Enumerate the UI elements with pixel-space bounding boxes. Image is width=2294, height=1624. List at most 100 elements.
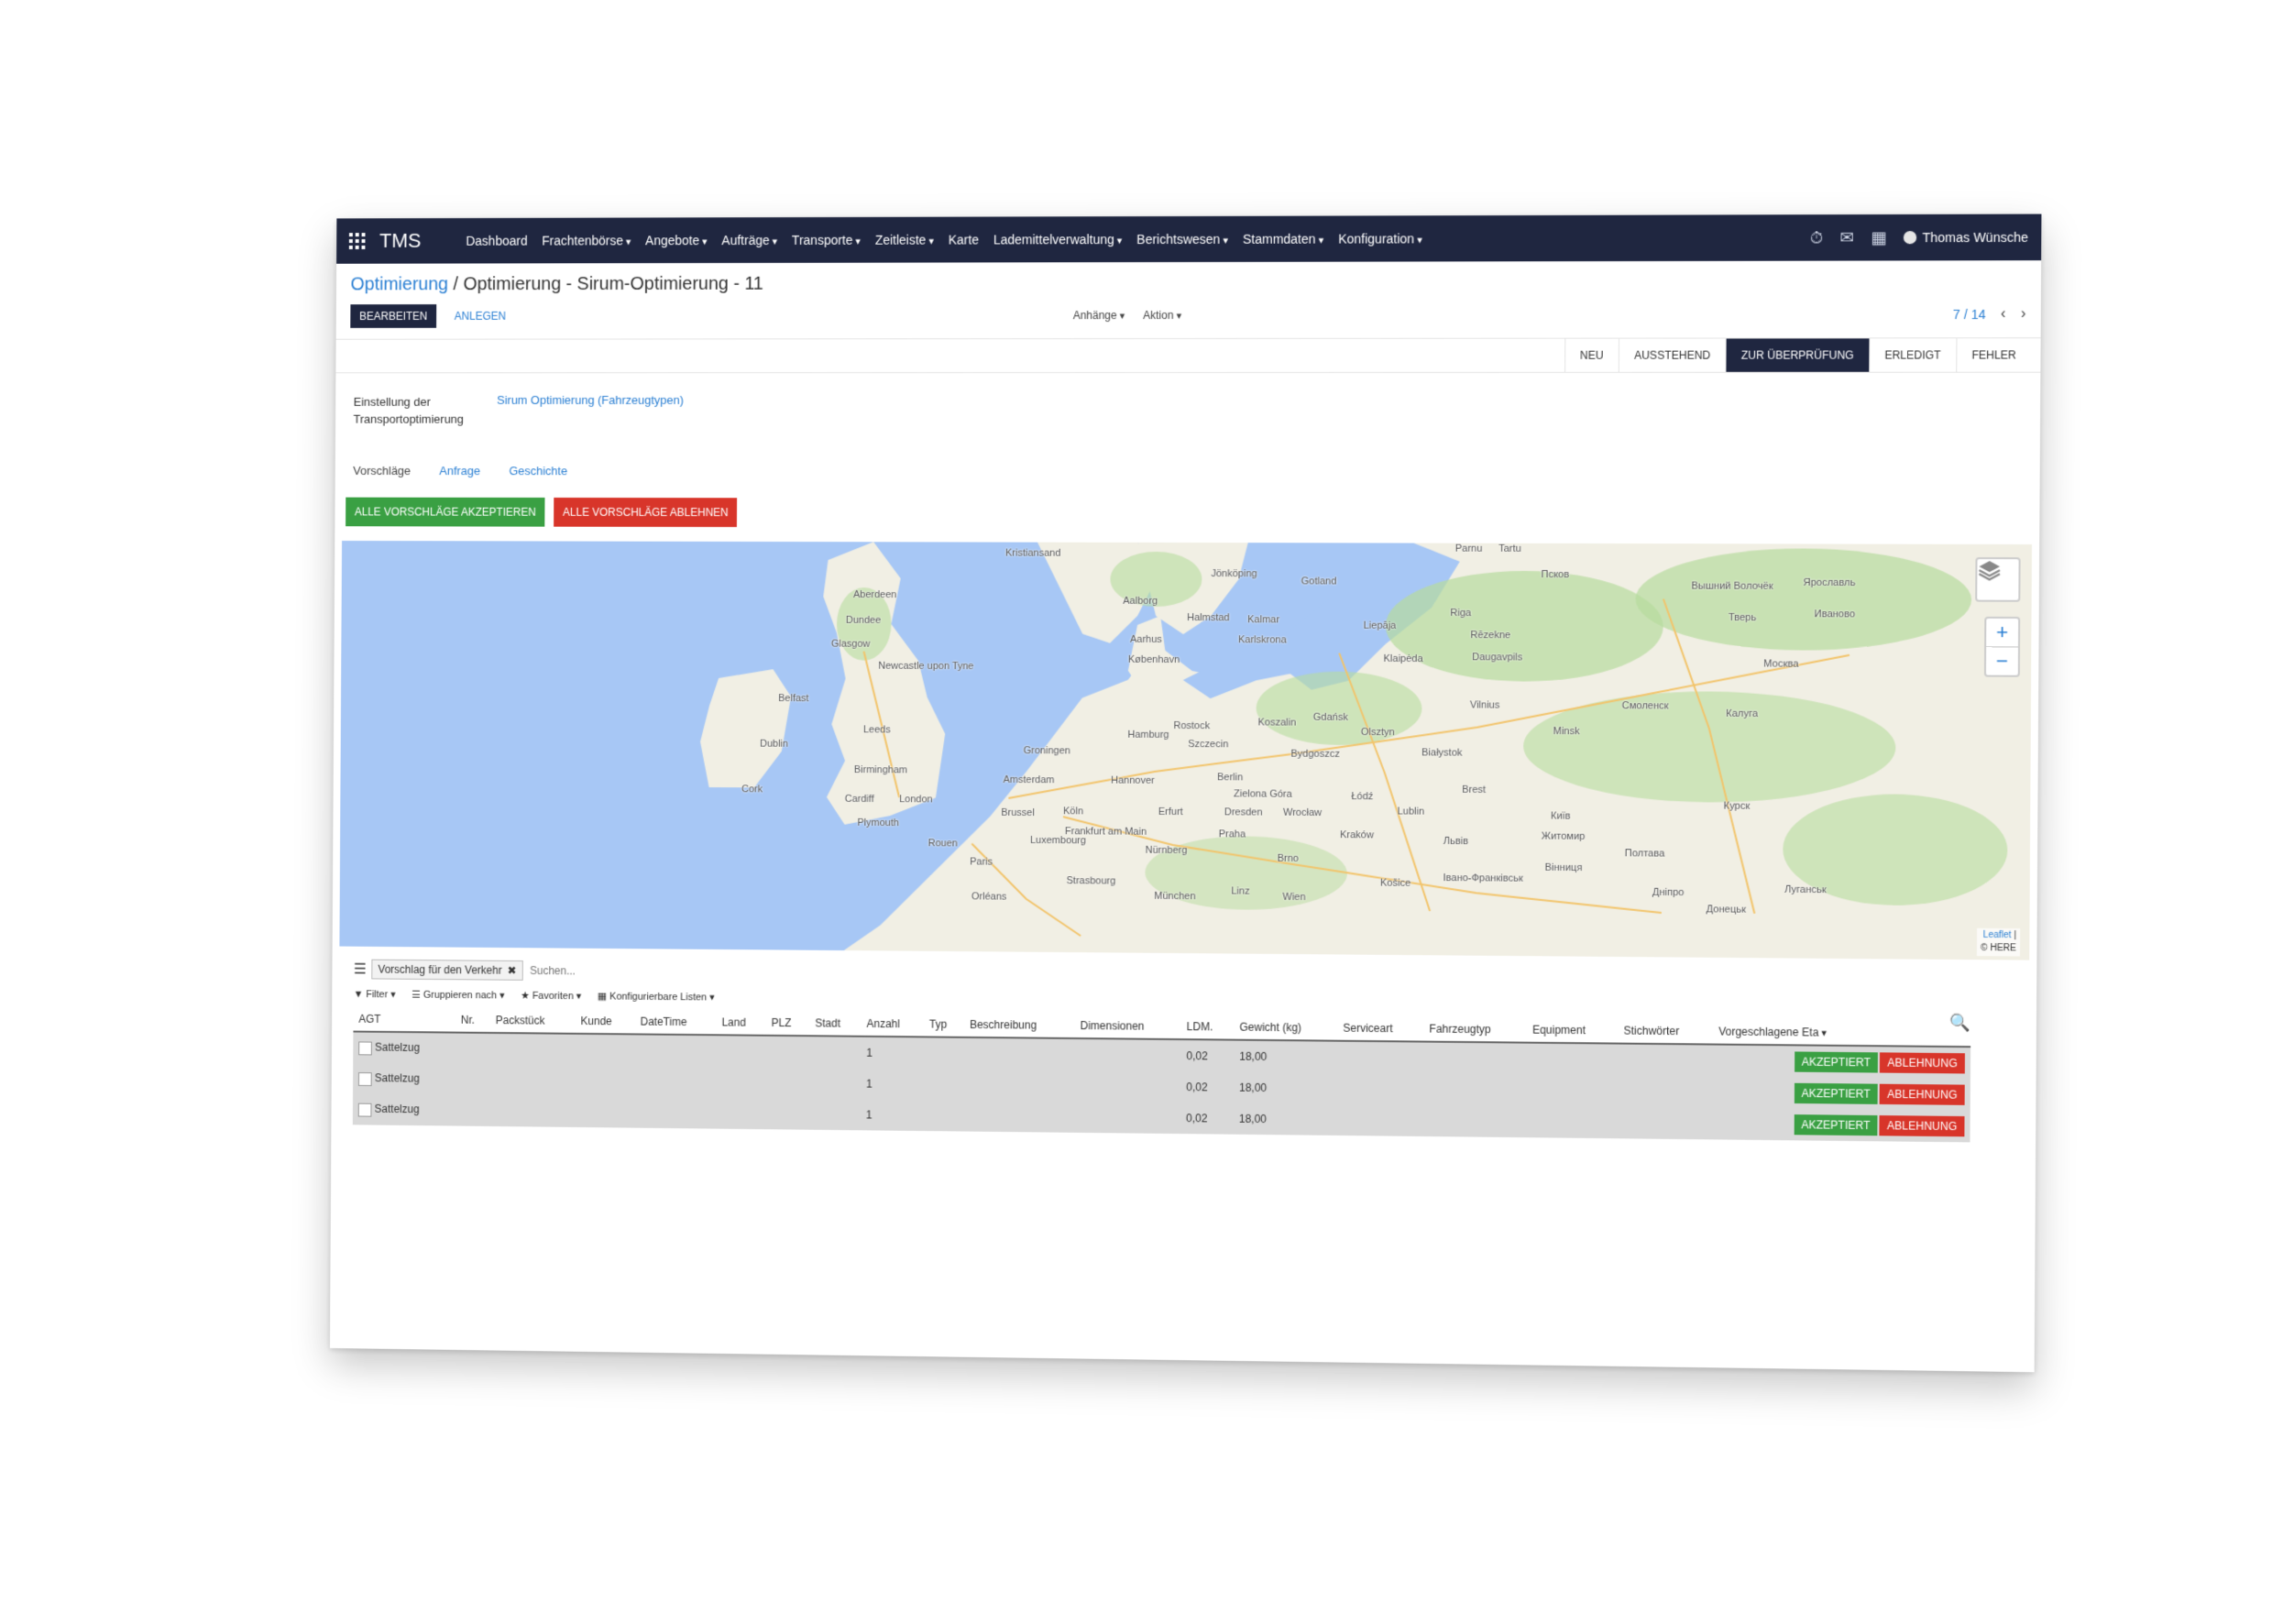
menu-lademittelverwaltung[interactable]: Lademittelverwaltung bbox=[993, 232, 1122, 247]
cell-ldm: 0,02 bbox=[1180, 1071, 1235, 1103]
map-city-label: Köln bbox=[1063, 806, 1084, 817]
map-city-label: Rēzekne bbox=[1470, 630, 1511, 642]
stage-erledigt[interactable]: ERLEDIGT bbox=[1868, 338, 1957, 372]
star-icon: ★ bbox=[521, 990, 530, 1002]
filter-dropdown[interactable]: ▼ Filter bbox=[354, 988, 396, 1000]
accept-all-button[interactable]: ALLE VORSCHLÄGE AKZEPTIEREN bbox=[346, 497, 545, 527]
group-by-dropdown[interactable]: ☰ Gruppieren nach bbox=[412, 989, 504, 1002]
stage-neu[interactable]: NEU bbox=[1564, 338, 1619, 372]
column-header[interactable]: Anzahl bbox=[861, 1011, 925, 1037]
column-header[interactable]: Serviceart bbox=[1337, 1015, 1424, 1042]
tab-geschichte[interactable]: Geschichte bbox=[509, 464, 567, 477]
menu-frachtenboerse[interactable]: Frachtenbörse bbox=[542, 233, 631, 247]
optimization-setting-value[interactable]: Sirum Optimierung (Fahrzeugtypen) bbox=[497, 393, 684, 428]
configurable-lists-dropdown[interactable]: ▦ Konfigurierbare Listen bbox=[598, 990, 715, 1003]
apps-grid-icon[interactable] bbox=[348, 233, 366, 249]
map-city-label: Brussel bbox=[1001, 807, 1035, 819]
pager-next-icon[interactable]: › bbox=[2021, 306, 2026, 323]
cell-anzahl: 1 bbox=[860, 1099, 924, 1132]
search-input[interactable] bbox=[528, 963, 672, 980]
menu-transporte[interactable]: Transporte bbox=[792, 233, 861, 247]
menu-zeitleiste[interactable]: Zeitleiste bbox=[875, 233, 934, 247]
column-header[interactable]: Packstück bbox=[489, 1008, 576, 1034]
reject-button[interactable]: ABLEHNUNG bbox=[1879, 1083, 1965, 1105]
table-icon: ▦ bbox=[597, 991, 608, 1003]
menu-dashboard[interactable]: Dashboard bbox=[466, 234, 527, 248]
layers-icon bbox=[1977, 561, 2002, 581]
pager-value[interactable]: 7 / 14 bbox=[1953, 307, 1986, 322]
control-panel: Optimierung / Optimierung - Sirum-Optimi… bbox=[336, 260, 2041, 330]
column-header[interactable]: AGT bbox=[353, 1006, 456, 1033]
row-checkbox[interactable] bbox=[358, 1041, 372, 1056]
breadcrumb-separator: / bbox=[453, 274, 458, 295]
edit-button[interactable]: BEARBEITEN bbox=[350, 304, 437, 328]
row-checkbox[interactable] bbox=[357, 1071, 372, 1086]
accept-button[interactable]: AKZEPTIERT bbox=[1794, 1114, 1878, 1136]
column-header[interactable]: Fahrzeugtyp bbox=[1423, 1016, 1528, 1043]
breadcrumb-parent-link[interactable]: Optimierung bbox=[350, 274, 448, 294]
zoom-in-button[interactable]: + bbox=[1986, 619, 2018, 646]
column-header[interactable]: Stadt bbox=[809, 1011, 862, 1037]
map-city-label: Dundee bbox=[845, 614, 882, 626]
column-header[interactable]: DateTime bbox=[634, 1009, 717, 1036]
map-city-label: Курск bbox=[1723, 800, 1751, 812]
stage-zur-ueberpruefung[interactable]: ZUR ÜBERPRÜFUNG bbox=[1725, 338, 1870, 372]
map-city-label: Nürnberg bbox=[1145, 844, 1188, 857]
sidebar-actions: Anhänge Aktion bbox=[1073, 309, 1181, 322]
proposal-table: AGT Nr. Packstück Kunde DateTime Land PL… bbox=[352, 1006, 1971, 1143]
menu-stammdaten[interactable]: Stammdaten bbox=[1243, 232, 1323, 247]
app-brand[interactable]: TMS bbox=[379, 229, 422, 253]
stage-ausstehend[interactable]: AUSSTEHEND bbox=[1618, 338, 1726, 372]
user-menu[interactable]: Thomas Wünsche bbox=[1904, 230, 2028, 245]
search-magnify-icon[interactable]: 🔍 bbox=[1949, 1014, 1970, 1033]
route-map[interactable]: Kristiansand Jönköping Gotland Parnu Tar… bbox=[339, 541, 2033, 960]
map-city-label: Olsztyn bbox=[1360, 726, 1395, 739]
zoom-out-button[interactable]: − bbox=[1985, 646, 2018, 675]
column-header[interactable]: Vorgeschlagene Eta bbox=[1712, 1019, 1971, 1048]
stage-fehler[interactable]: FEHLER bbox=[1955, 338, 2032, 372]
map-city-label: Cork bbox=[741, 784, 763, 796]
menu-karte[interactable]: Karte bbox=[949, 232, 979, 247]
column-header[interactable]: Kunde bbox=[575, 1009, 635, 1035]
map-city-label: Amsterdam bbox=[1003, 774, 1055, 786]
chat-icon[interactable]: ✉ bbox=[1839, 228, 1855, 247]
reject-button[interactable]: ABLEHNUNG bbox=[1880, 1052, 1965, 1074]
top-navbar: TMS Dashboard Frachtenbörse Angebote Auf… bbox=[336, 214, 2042, 264]
pager-previous-icon[interactable]: ‹ bbox=[2001, 306, 2006, 323]
column-header[interactable]: Beschreibung bbox=[964, 1012, 1075, 1038]
attachments-dropdown[interactable]: Anhänge bbox=[1073, 309, 1125, 322]
action-dropdown[interactable]: Aktion bbox=[1143, 309, 1181, 322]
menu-auftraege[interactable]: Aufträge bbox=[721, 233, 777, 247]
map-city-label: Aalborg bbox=[1123, 595, 1158, 607]
qr-code-icon[interactable]: ▦ bbox=[1871, 228, 1886, 247]
menu-konfiguration[interactable]: Konfiguration bbox=[1338, 231, 1422, 246]
map-city-label: Hamburg bbox=[1127, 729, 1169, 741]
remove-facet-icon[interactable]: ✖ bbox=[507, 964, 516, 977]
column-header[interactable]: LDM. bbox=[1180, 1015, 1235, 1040]
column-header[interactable]: Gewicht (kg) bbox=[1234, 1015, 1338, 1041]
tab-vorschlaege[interactable]: Vorschläge bbox=[353, 464, 411, 477]
accept-button[interactable]: AKZEPTIERT bbox=[1794, 1051, 1879, 1073]
favorites-dropdown[interactable]: ★ Favoriten bbox=[521, 990, 581, 1002]
column-header[interactable]: Typ bbox=[923, 1012, 965, 1037]
column-header[interactable]: Land bbox=[716, 1010, 766, 1036]
column-header[interactable]: Nr. bbox=[455, 1007, 490, 1033]
reject-all-button[interactable]: ALLE VORSCHLÄGE ABLEHNEN bbox=[554, 497, 738, 528]
leaflet-link[interactable]: Leaflet bbox=[1983, 930, 2012, 940]
menu-angebote[interactable]: Angebote bbox=[645, 233, 708, 247]
accept-button[interactable]: AKZEPTIERT bbox=[1794, 1082, 1879, 1104]
tab-anfrage[interactable]: Anfrage bbox=[439, 464, 480, 477]
column-header[interactable]: Equipment bbox=[1526, 1017, 1619, 1044]
list-view-icon[interactable]: ☰ bbox=[354, 960, 367, 978]
column-header[interactable]: Dimensionen bbox=[1074, 1014, 1181, 1040]
reject-button[interactable]: ABLEHNUNG bbox=[1879, 1115, 1965, 1137]
activity-clock-icon[interactable]: ⏱ bbox=[1810, 228, 1823, 247]
row-checkbox[interactable] bbox=[357, 1103, 372, 1117]
column-header[interactable]: PLZ bbox=[765, 1010, 810, 1037]
navbar-right: ⏱ ✉ ▦ Thomas Wünsche bbox=[1810, 227, 2028, 247]
create-button[interactable]: ANLEGEN bbox=[449, 309, 511, 324]
layers-control[interactable] bbox=[1975, 557, 2021, 602]
menu-berichtswesen[interactable]: Berichtswesen bbox=[1136, 232, 1228, 247]
column-header[interactable]: Stichwörter bbox=[1618, 1018, 1714, 1045]
configurable-lists-label: Konfigurierbare Listen bbox=[609, 992, 715, 1004]
